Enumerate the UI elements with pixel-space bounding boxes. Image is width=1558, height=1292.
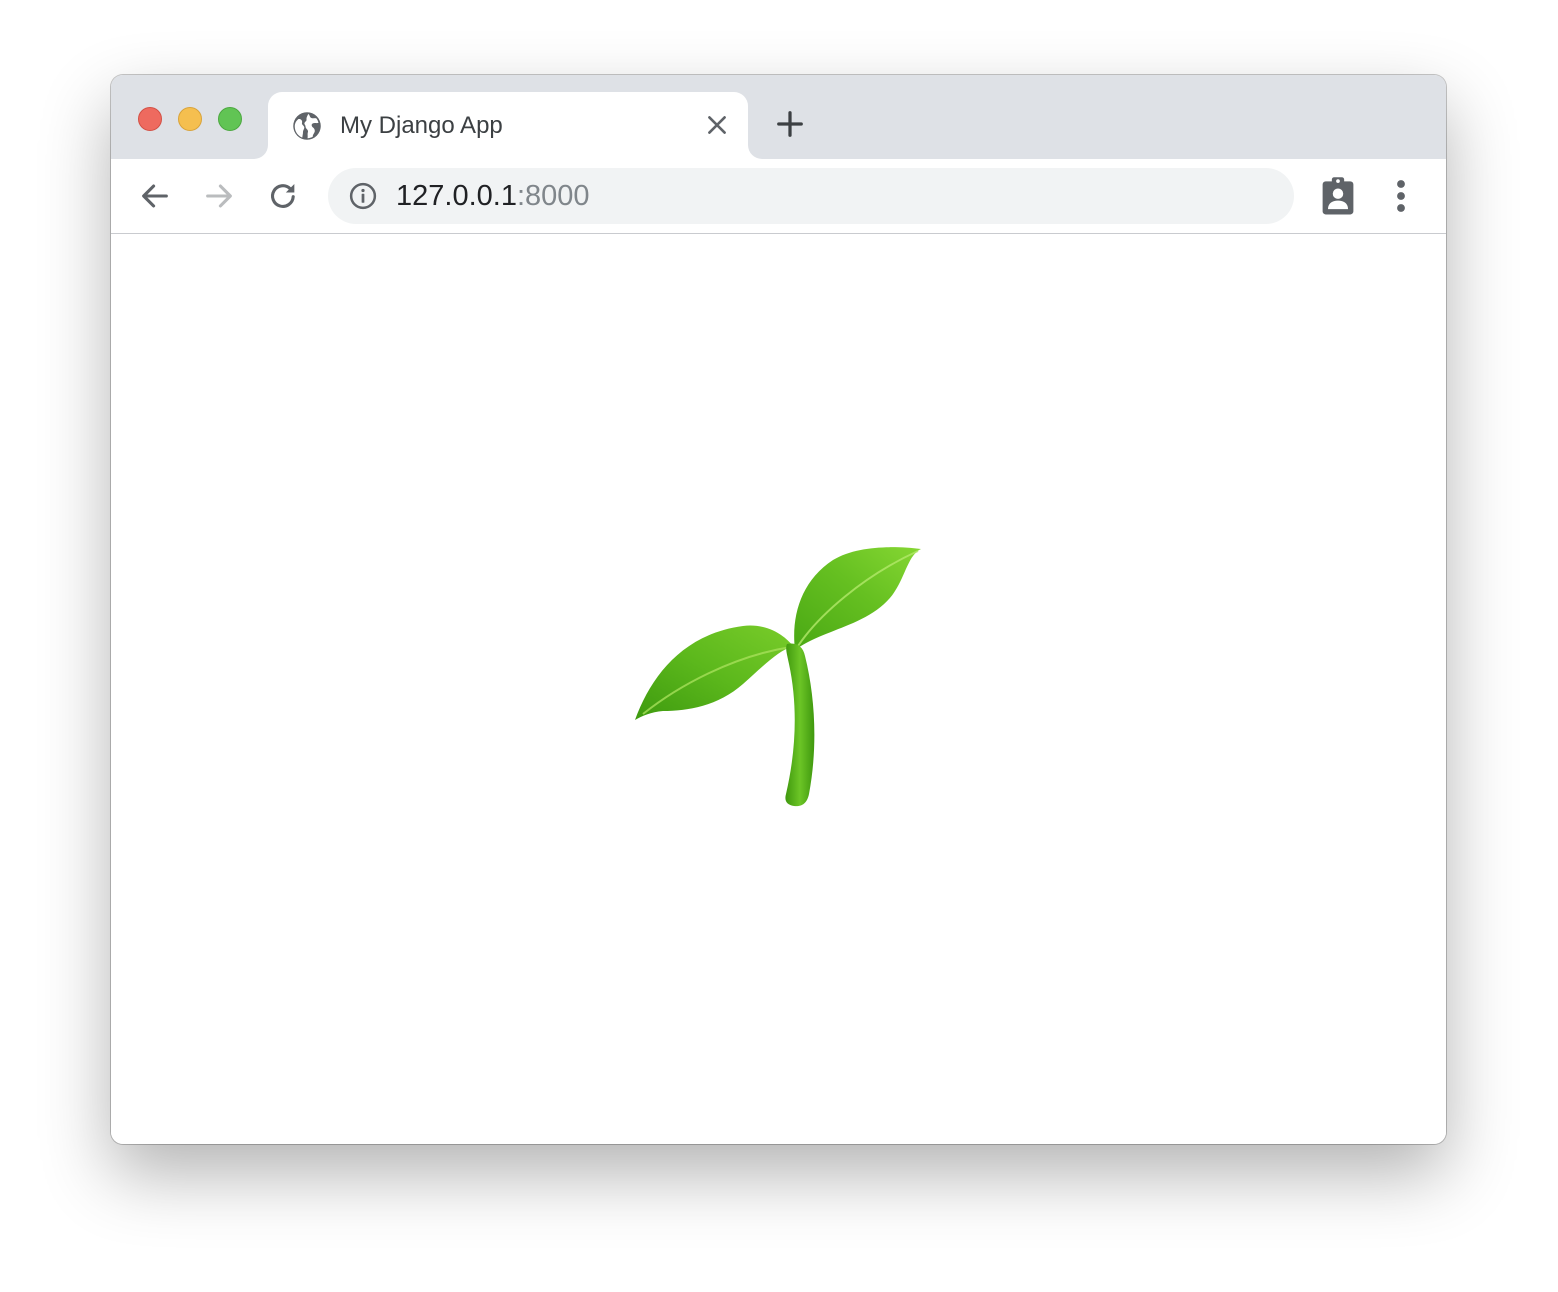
new-tab-plus-icon[interactable] (775, 109, 805, 139)
browser-toolbar: 127.0.0.1:8000 (111, 159, 1446, 234)
browser-window: My Django App 127.0.0.1:8000 (111, 75, 1446, 1144)
window-maximize-button[interactable] (218, 107, 242, 131)
window-close-button[interactable] (138, 107, 162, 131)
tab-title: My Django App (340, 112, 503, 139)
window-minimize-button[interactable] (178, 107, 202, 131)
tab-strip: My Django App (111, 75, 1446, 159)
globe-icon (293, 112, 321, 140)
clipboard-account-icon[interactable] (1319, 176, 1357, 216)
tab-my-django-app[interactable]: My Django App (268, 92, 748, 159)
info-circle-icon[interactable] (348, 181, 378, 211)
three-dots-vertical-icon[interactable] (1386, 176, 1416, 216)
arrow-left-icon[interactable] (138, 179, 172, 213)
url-text: 127.0.0.1:8000 (396, 179, 590, 213)
address-bar[interactable]: 127.0.0.1:8000 (328, 168, 1294, 224)
page-content (111, 234, 1446, 1144)
arrow-right-icon[interactable] (202, 179, 236, 213)
close-icon[interactable] (704, 112, 730, 138)
seedling-icon (635, 547, 921, 807)
reload-icon[interactable] (266, 179, 300, 213)
url-port: :8000 (516, 180, 590, 212)
url-host: 127.0.0.1 (396, 180, 517, 212)
